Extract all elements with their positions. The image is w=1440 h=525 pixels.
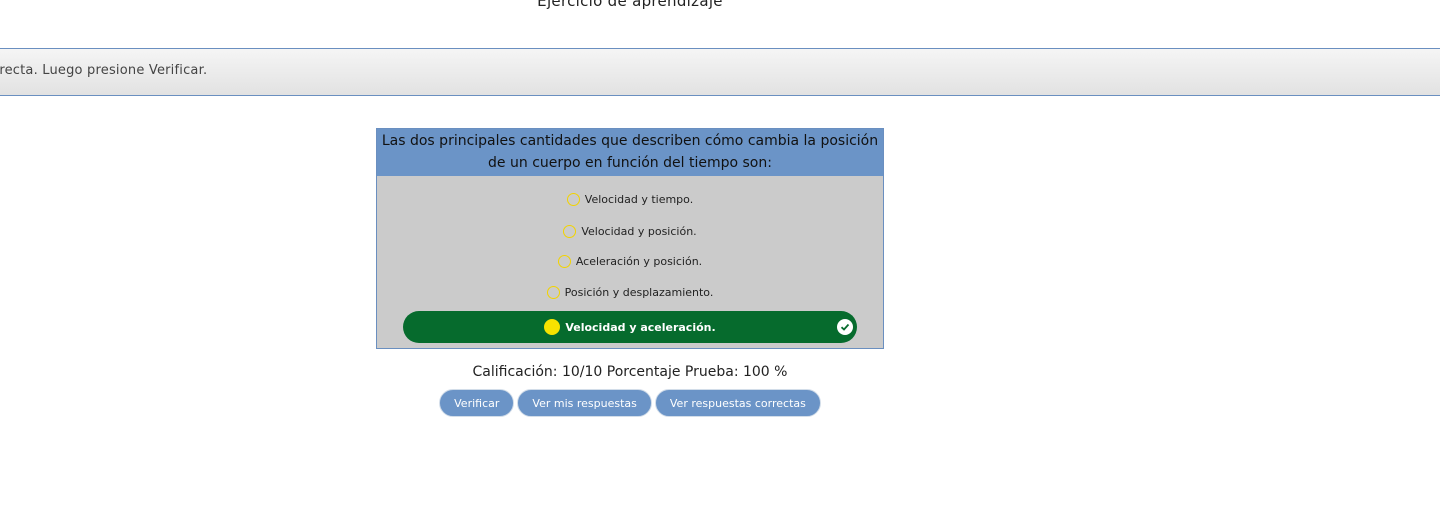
quiz-card: Las dos principales cantidades que descr… xyxy=(376,128,884,349)
page-title: Ejercicio de aprendizaje xyxy=(537,0,723,10)
option-3[interactable]: Aceleración y posición. xyxy=(377,250,883,272)
score-text: Calificación: 10/10 Porcentaje Prueba: 1… xyxy=(472,364,788,380)
radio-circle-icon[interactable] xyxy=(546,285,560,299)
option-label: Velocidad y tiempo. xyxy=(584,192,694,206)
option-label: Velocidad y aceleración. xyxy=(565,320,716,334)
my-answers-button[interactable]: Ver mis respuestas xyxy=(517,389,652,417)
correct-answers-button[interactable]: Ver respuestas correctas xyxy=(654,389,821,417)
radio-circle-icon[interactable] xyxy=(557,254,571,268)
option-4[interactable]: Posición y desplazamiento. xyxy=(377,281,883,303)
option-label: Posición y desplazamiento. xyxy=(564,285,714,299)
instruction-text: rrecta. Luego presione Verificar. xyxy=(0,63,208,78)
check-circle-icon xyxy=(837,319,853,335)
option-5-selected[interactable]: Velocidad y aceleración. xyxy=(403,311,857,343)
radio-circle-icon[interactable] xyxy=(566,192,580,206)
question-text: Las dos principales cantidades que descr… xyxy=(377,129,883,176)
option-2[interactable]: Velocidad y posición. xyxy=(377,220,883,242)
verify-button[interactable]: Verificar xyxy=(439,389,515,417)
instruction-bar: rrecta. Luego presione Verificar. xyxy=(0,48,1440,96)
action-buttons: Verificar Ver mis respuestas Ver respues… xyxy=(376,389,884,417)
radio-circle-icon[interactable] xyxy=(563,224,577,238)
option-label: Aceleración y posición. xyxy=(575,254,703,268)
option-label: Velocidad y posición. xyxy=(581,224,697,238)
option-1[interactable]: Velocidad y tiempo. xyxy=(377,188,883,210)
radio-circle-icon[interactable] xyxy=(544,319,561,335)
